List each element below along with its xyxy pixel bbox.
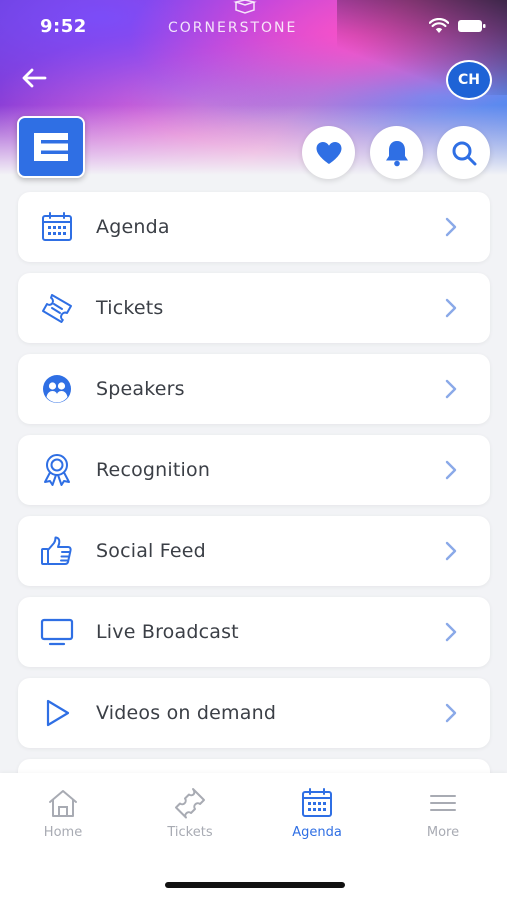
play-icon — [40, 697, 74, 729]
search-button[interactable] — [437, 126, 490, 179]
notifications-button[interactable] — [370, 126, 423, 179]
tab-label-home: Home — [43, 825, 83, 840]
battery-icon — [458, 20, 486, 32]
tab-home[interactable]: Home — [18, 787, 108, 847]
menu-icon — [426, 787, 460, 819]
tab-agenda[interactable]: Agenda — [272, 787, 362, 847]
speakers-icon — [40, 373, 74, 405]
chevron-right-icon — [445, 217, 457, 237]
menu-label-social-feed: Social Feed — [96, 540, 206, 562]
menu-item-social-feed[interactable]: Social Feed — [18, 516, 490, 586]
brand-cube-icon — [233, 0, 257, 14]
back-button[interactable] — [18, 62, 50, 94]
menu-item-agenda[interactable]: Agenda — [18, 192, 490, 262]
tab-label-more: More — [426, 825, 460, 840]
menu-label-agenda: Agenda — [96, 216, 170, 238]
ticket-icon — [173, 787, 207, 819]
monitor-icon — [40, 616, 74, 648]
home-indicator — [165, 882, 345, 888]
award-icon — [40, 454, 74, 486]
chevron-right-icon — [445, 379, 457, 399]
thumbs-up-icon — [40, 535, 74, 567]
tab-tickets[interactable]: Tickets — [145, 787, 235, 847]
home-icon — [46, 787, 80, 819]
menu-item-videos-on-demand[interactable]: Videos on demand — [18, 678, 490, 748]
favorites-button[interactable] — [302, 126, 355, 179]
menu-label-videos-on-demand: Videos on demand — [96, 702, 277, 724]
app-logo-icon — [34, 133, 68, 161]
chevron-right-icon — [445, 703, 457, 723]
tab-label-tickets: Tickets — [167, 825, 213, 840]
search-icon — [452, 141, 476, 165]
menu-item-live-broadcast[interactable]: Live Broadcast — [18, 597, 490, 667]
chevron-right-icon — [445, 541, 457, 561]
tab-bar: Home Tickets Agenda More — [0, 773, 507, 900]
heart-icon — [316, 141, 341, 164]
status-time: 9:52 — [40, 16, 87, 37]
menu-label-live-broadcast: Live Broadcast — [96, 621, 239, 643]
calendar-icon — [300, 787, 334, 819]
menu-item-tickets[interactable]: Tickets — [18, 273, 490, 343]
bell-icon — [385, 140, 408, 166]
chevron-right-icon — [445, 460, 457, 480]
status-bar: 9:52 CORNERSTONE — [0, 0, 507, 56]
wifi-icon — [429, 18, 449, 33]
user-avatar[interactable]: CH — [446, 60, 492, 100]
menu-label-recognition: Recognition — [96, 459, 211, 481]
chevron-right-icon — [445, 298, 457, 318]
app-logo — [17, 116, 85, 178]
menu-label-speakers: Speakers — [96, 378, 185, 400]
menu-label-tickets: Tickets — [96, 297, 164, 319]
tab-more[interactable]: More — [398, 787, 488, 847]
chevron-right-icon — [445, 622, 457, 642]
tab-label-agenda: Agenda — [292, 825, 342, 840]
brand-wordmark: CORNERSTONE — [168, 20, 298, 36]
arrow-left-icon — [22, 68, 47, 88]
menu-item-speakers[interactable]: Speakers — [18, 354, 490, 424]
calendar-icon — [40, 211, 74, 243]
ticket-icon — [40, 292, 74, 324]
menu-item-recognition[interactable]: Recognition — [18, 435, 490, 505]
status-icons — [429, 18, 487, 34]
